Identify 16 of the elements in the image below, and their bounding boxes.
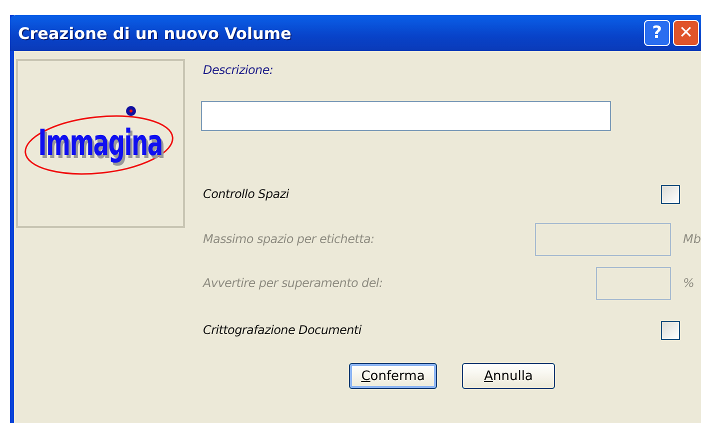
- help-button[interactable]: ?: [644, 20, 670, 46]
- cancel-button[interactable]: Annulla: [462, 363, 555, 389]
- field-label: Massimo spazio per etichetta:: [203, 232, 376, 246]
- logo-text: Immagina: [38, 123, 163, 164]
- description-field[interactable]: [201, 101, 611, 131]
- close-button[interactable]: ✕: [673, 20, 699, 46]
- confirm-button[interactable]: Conferma: [349, 363, 437, 389]
- checkbox-label: Crittografazione Documenti: [203, 323, 363, 337]
- unit-label: %: [682, 276, 696, 290]
- window-title: Creazione di un nuovo Volume: [18, 24, 292, 42]
- unit-label: Mb: [682, 232, 701, 246]
- checkbox-label: Controllo Spazi: [203, 187, 290, 201]
- checkbox[interactable]: [661, 184, 680, 204]
- field-label: Descrizione:: [203, 63, 274, 77]
- field-label: Avvertire per superamento del:: [203, 276, 384, 290]
- checkbox[interactable]: [661, 320, 680, 340]
